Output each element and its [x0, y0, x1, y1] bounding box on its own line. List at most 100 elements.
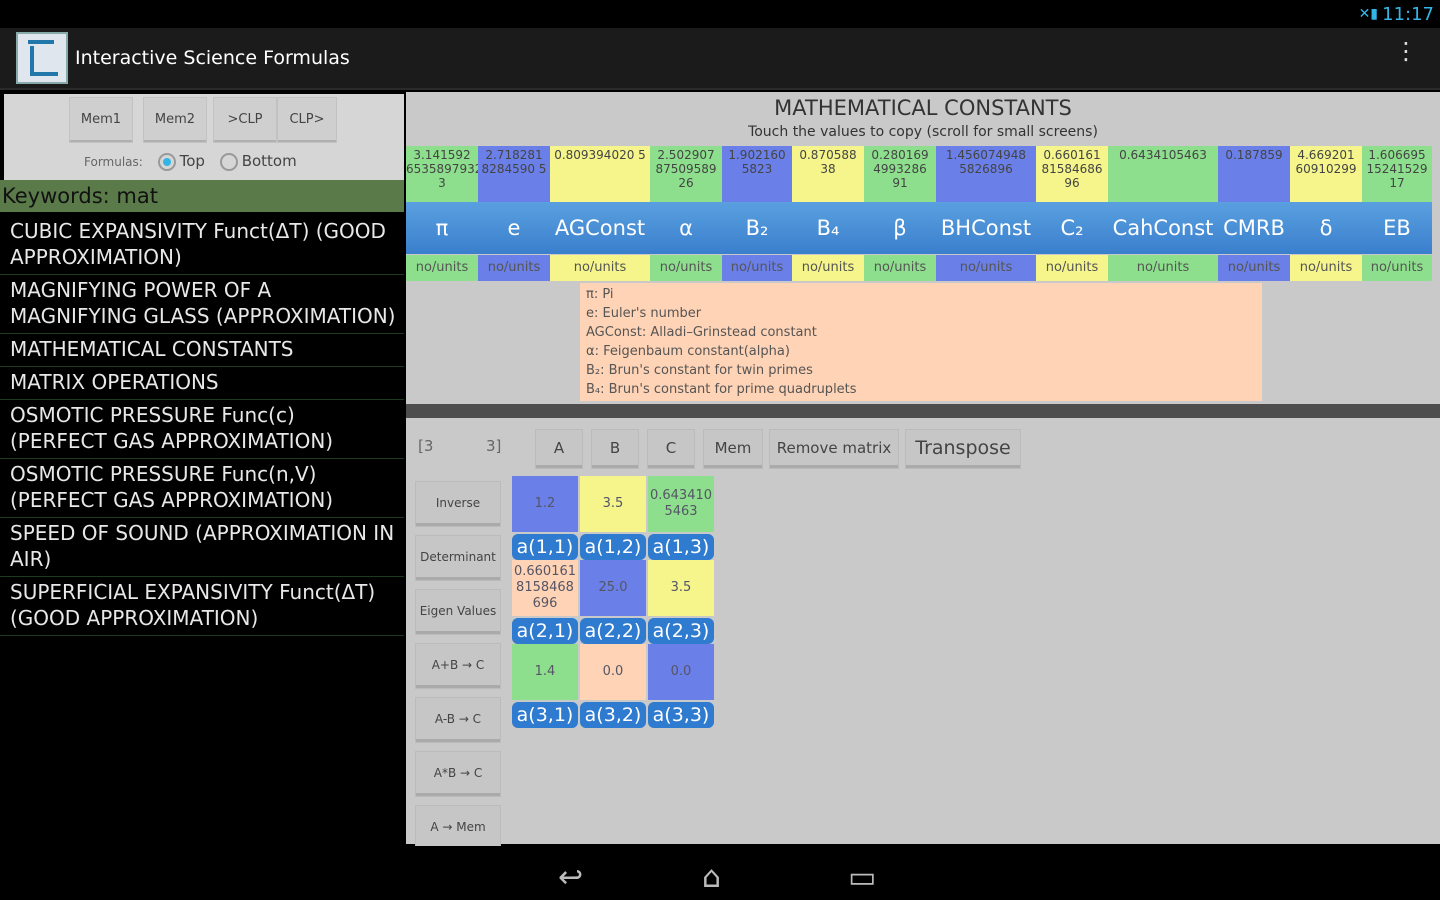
description-line: B₄: Brun's constant for prime quadruplet… — [586, 382, 857, 397]
navigation-bar: ↩ ⌂ ▭ — [0, 846, 1440, 900]
matrix-cell-label: a(3,1) — [512, 702, 578, 728]
constant-unit: no/units — [1036, 255, 1108, 281]
top-label: Top — [179, 152, 205, 170]
description-line: AGConst: Alladi–Grinstead constant — [586, 325, 817, 340]
constant-value[interactable]: 0.6434105463 — [1108, 146, 1218, 202]
matrix-cell[interactable]: 3.5 — [648, 560, 714, 616]
matrix-cell[interactable]: 1.4 — [512, 644, 578, 700]
action-bar: Interactive Science Formulas ⋮ — [0, 28, 1440, 90]
matrix-cell-label: a(3,3) — [648, 702, 714, 728]
constant-value[interactable]: 4.669201 60910299 — [1290, 146, 1362, 202]
keywords-filter[interactable]: Keywords: mat — [0, 180, 404, 212]
matrix-cell[interactable]: 1.2 — [512, 476, 578, 532]
transpose-button[interactable]: Transpose — [906, 430, 1020, 468]
constant-unit: no/units — [722, 255, 792, 281]
constant-value[interactable]: 2.718281 8284590 5 — [478, 146, 550, 202]
constant-value[interactable]: 0.187859 — [1218, 146, 1290, 202]
inverse-button[interactable]: Inverse — [416, 482, 500, 526]
matrix-mem-button[interactable]: Mem — [704, 430, 762, 468]
section-divider[interactable] — [406, 404, 1440, 418]
mem2-button[interactable]: Mem2 — [144, 98, 206, 142]
determinant-button[interactable]: Determinant — [416, 536, 500, 580]
constant-unit: no/units — [1218, 255, 1290, 281]
description-line: B₂: Brun's constant for twin primes — [586, 363, 813, 378]
list-item[interactable]: MATRIX OPERATIONS — [0, 367, 404, 400]
formulas-position: Formulas: Top Bottom — [84, 152, 297, 171]
list-item[interactable]: SPEED OF SOUND (APPROXIMATION IN AIR) — [0, 518, 404, 577]
formula-sidebar: Mem1 Mem2 >CLP CLP> Formulas: Top Bottom… — [0, 92, 404, 844]
constant-symbol: B₂ — [745, 216, 769, 240]
constants-subtitle: Touch the values to copy (scroll for sma… — [748, 124, 1098, 140]
list-item[interactable]: SUPERFICIAL EXPANSIVITY Funct(ΔT) (GOOD … — [0, 577, 404, 636]
overflow-menu-icon[interactable]: ⋮ — [1394, 39, 1418, 63]
formulas-label: Formulas: — [84, 155, 143, 169]
matrix-b-button[interactable]: B — [592, 430, 638, 468]
constant-symbol: e — [507, 216, 521, 240]
constant-unit: no/units — [1108, 255, 1218, 281]
matrix-cell[interactable]: 25.0 — [580, 560, 646, 616]
matrix-cell[interactable]: 0.0 — [580, 644, 646, 700]
home-icon[interactable]: ⌂ — [702, 860, 721, 895]
list-item[interactable]: CUBIC EXPANSIVITY Funct(ΔT) (GOOD APPROX… — [0, 216, 404, 275]
constant-symbol: C₂ — [1060, 216, 1084, 240]
matrix-cell-label: a(1,2) — [580, 534, 646, 560]
constant-value[interactable]: 0.809394020 5 — [550, 146, 650, 202]
status-bar: ✕▮ 11:17 — [0, 0, 1440, 28]
constant-value[interactable]: 1.902160 5823 — [722, 146, 792, 202]
constant-symbol: AGConst — [554, 216, 646, 240]
list-item[interactable]: MAGNIFYING POWER OF A MAGNIFYING GLASS (… — [0, 275, 404, 334]
eigen-values-button[interactable]: Eigen Values — [416, 590, 500, 634]
constant-symbol: π — [435, 216, 449, 240]
detail-panel: MATHEMATICAL CONSTANTS Touch the values … — [406, 92, 1440, 850]
matrix-cell[interactable]: 0.0 — [648, 644, 714, 700]
description-line: π: Pi — [586, 287, 614, 302]
multiply-matrices-button[interactable]: A*B → C — [416, 752, 500, 796]
matrix-cell-label: a(2,3) — [648, 618, 714, 644]
copy-to-clipboard-button[interactable]: >CLP — [214, 98, 276, 142]
constant-symbol: β — [893, 216, 907, 240]
constant-value[interactable]: 2.502907 87509589 26 — [650, 146, 722, 202]
constant-value[interactable]: 1.606695 15241529 17 — [1362, 146, 1432, 202]
matrix-cell[interactable]: 0.660161 8158468 696 — [512, 560, 578, 616]
constant-value[interactable]: 0.280169 4993286 91 — [864, 146, 936, 202]
matrix-cell-label: a(1,1) — [512, 534, 578, 560]
list-item[interactable]: OSMOTIC PRESSURE Func(c) (PERFECT GAS AP… — [0, 400, 404, 459]
matrix-cell-label: a(2,1) — [512, 618, 578, 644]
matrix-cell[interactable]: 3.5 — [580, 476, 646, 532]
matrix-rows-input[interactable]: [3 — [418, 437, 433, 455]
constant-symbols-row: π e AGConst α B₂ B₄ β BHConst C₂ CahConst CMRB δ EB — [406, 202, 1432, 254]
constant-value[interactable]: 3.141592 6535897932 3 — [406, 146, 478, 202]
constant-unit: no/units — [792, 255, 864, 281]
constant-unit: no/units — [650, 255, 722, 281]
constant-unit: no/units — [1290, 255, 1362, 281]
matrix-cell[interactable]: 0.643410 5463 — [648, 476, 714, 532]
description-line: α: Feigenbaum constant(alpha) — [586, 344, 790, 359]
constant-units-row: no/units no/units no/units no/units no/units… — [406, 255, 1432, 281]
matrix-a-button[interactable]: A — [536, 430, 582, 468]
constants-title: MATHEMATICAL CONSTANTS — [774, 96, 1072, 120]
mem1-button[interactable]: Mem1 — [70, 98, 132, 142]
bottom-radio[interactable] — [219, 152, 238, 171]
remove-matrix-button[interactable]: Remove matrix — [770, 430, 898, 468]
constant-unit: no/units — [1362, 255, 1432, 281]
list-item[interactable]: MATHEMATICAL CONSTANTS — [0, 334, 404, 367]
constant-value[interactable]: 0.870588 38 — [792, 146, 864, 202]
matrix-c-button[interactable]: C — [648, 430, 694, 468]
matrix-to-mem-button[interactable]: A → Mem — [416, 806, 500, 850]
constant-value[interactable]: 0.660161 81584686 96 — [1036, 146, 1108, 202]
constant-value[interactable]: 1.456074948 5826896 — [936, 146, 1036, 202]
constant-unit: no/units — [550, 255, 650, 281]
back-icon[interactable]: ↩ — [558, 860, 583, 895]
memory-panel: Mem1 Mem2 >CLP CLP> Formulas: Top Bottom — [4, 94, 404, 180]
top-radio[interactable] — [157, 152, 176, 171]
paste-from-clipboard-button[interactable]: CLP> — [278, 98, 336, 142]
list-item[interactable]: OSMOTIC PRESSURE Func(n,V) (PERFECT GAS … — [0, 459, 404, 518]
add-matrices-button[interactable]: A+B → C — [416, 644, 500, 688]
constant-symbol: CMRB — [1223, 216, 1285, 240]
matrix-cell-label: a(1,3) — [648, 534, 714, 560]
matrix-cols-input[interactable]: 3] — [486, 437, 501, 455]
app-title: Interactive Science Formulas — [75, 47, 350, 69]
constants-description: π: Pi e: Euler's number AGConst: Alladi–Gr… — [580, 283, 1262, 401]
recents-icon[interactable]: ▭ — [848, 860, 876, 895]
subtract-matrices-button[interactable]: A-B → C — [416, 698, 500, 742]
